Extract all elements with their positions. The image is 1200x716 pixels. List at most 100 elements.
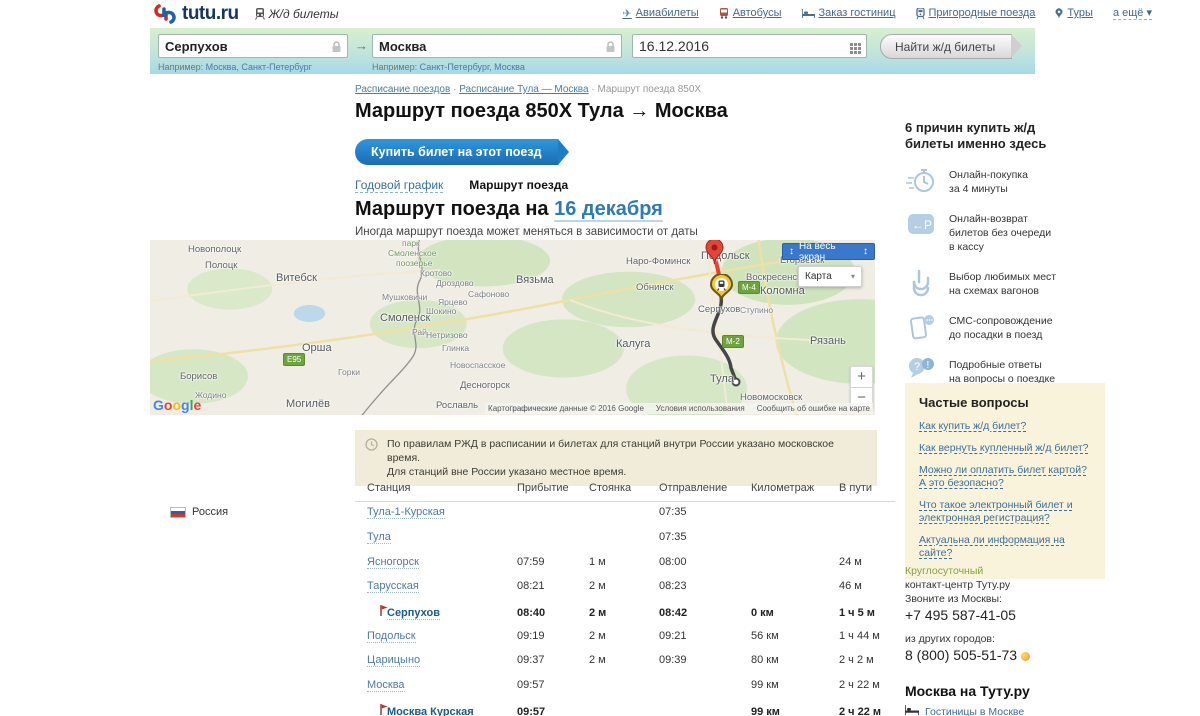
- resize-arrows-icon: ↕: [789, 246, 794, 257]
- road-badge: М-2: [722, 335, 744, 348]
- terms-link[interactable]: Условия использования: [656, 404, 745, 413]
- phone-moscow: +7 495 587-41-05: [905, 608, 1030, 622]
- svg-text:!: !: [927, 360, 930, 371]
- boarding-flag-icon: [368, 607, 388, 619]
- date-field-wrap: [632, 34, 867, 58]
- breadcrumb-link-tula-moscow[interactable]: Расписание Тула — Москва: [459, 84, 588, 95]
- buy-ticket-button[interactable]: Купить билет на этот поезд: [355, 139, 558, 165]
- station-link[interactable]: Серпухов: [387, 607, 440, 620]
- timezone-notice: По правилам РЖД в расписании и билетах д…: [355, 430, 877, 486]
- map-label: Глинка: [442, 343, 469, 353]
- header-divider: [355, 501, 895, 502]
- road-badge: М-4: [738, 281, 760, 294]
- direction-arrow: →: [355, 38, 368, 53]
- benefit-item: ←P Онлайн-возвратбилетов без очередив ка…: [905, 210, 1105, 254]
- breadcrumb-link-schedule[interactable]: Расписание поездов: [355, 84, 450, 95]
- tab-train-route[interactable]: Маршрут поезда: [469, 178, 568, 193]
- train-marker-icon: [708, 274, 735, 301]
- country-label: Россия: [170, 506, 228, 518]
- to-hint: Например: Санкт-Петербург, Москва: [372, 62, 525, 72]
- faq-box: Частые вопросы Как купить ж/д билет? Как…: [905, 383, 1105, 579]
- map-label: Нетризово: [426, 330, 468, 340]
- station-link[interactable]: Тула: [367, 531, 391, 544]
- nav-suburban[interactable]: Пригородные поезда: [916, 7, 1036, 19]
- google-logo[interactable]: Google: [153, 397, 201, 413]
- table-row: Ясногорск 07:591 м 08:0024 м: [355, 556, 900, 568]
- faq-link[interactable]: Актуальна ли информация на сайте?: [919, 534, 1091, 560]
- breadcrumb-current: Маршрут поезда 850Х: [597, 84, 701, 95]
- table-row: Москва Курская 09:57 99 км2 ч 22 м: [355, 704, 900, 716]
- chevron-down-icon: ▾: [851, 272, 855, 281]
- pin-icon: [1055, 8, 1063, 19]
- report-error-link[interactable]: Сообщить об ошибке на карте: [757, 404, 870, 413]
- map-label: Наро-Фоминск: [626, 256, 690, 267]
- map-label: Шокино: [426, 306, 456, 316]
- zoom-in-button[interactable]: +: [850, 366, 873, 388]
- station-link[interactable]: Подольск: [367, 630, 416, 643]
- faq-link[interactable]: Можно ли оплатить билет картой? А это бе…: [919, 464, 1091, 490]
- map-labels: НовополоцкПолоцкВитебскОршаБорисовЖодино…: [150, 240, 875, 415]
- logo[interactable]: tutu.ru Ж/д билеты: [154, 2, 339, 26]
- fullscreen-button[interactable]: ↕ На весь экран ↕: [782, 243, 875, 260]
- station-link[interactable]: Тарусская: [367, 580, 419, 593]
- map-type-dropdown[interactable]: Карта▾: [798, 266, 862, 287]
- map-label: Серпухов: [698, 304, 740, 315]
- hotels-link[interactable]: Гостиницы в Москве: [925, 706, 1024, 716]
- tab-year-schedule[interactable]: Годовой график: [355, 178, 443, 193]
- logo-text: tutu.ru: [182, 3, 239, 25]
- station-link[interactable]: Тула-1-Курская: [367, 506, 445, 519]
- russia-flag-icon: [170, 507, 186, 518]
- road-badge: Е95: [283, 353, 305, 366]
- to-field-wrap: [372, 34, 622, 58]
- map-label: Десногорск: [460, 380, 510, 391]
- map-label: Новополоцк: [188, 244, 241, 255]
- nav-more[interactable]: а ещё ▾: [1113, 6, 1152, 20]
- faq-link[interactable]: Что такое электронный билет и электронна…: [919, 499, 1091, 525]
- nav-hotels[interactable]: Заказ гостиниц: [802, 7, 896, 19]
- nav-avia[interactable]: ✈Авиабилеты: [622, 7, 698, 20]
- arrival-flag-icon: [368, 706, 388, 716]
- lock-icon: [605, 40, 616, 58]
- route-note: Иногда маршрут поезда может меняться в з…: [355, 226, 698, 238]
- station-link[interactable]: Москва Курская: [387, 706, 474, 716]
- station-link[interactable]: Царицыно: [367, 654, 420, 667]
- route-map[interactable]: НовополоцкПолоцкВитебскОршаБорисовЖодино…: [150, 240, 875, 415]
- calendar-icon: [850, 41, 861, 59]
- to-input[interactable]: [379, 35, 582, 57]
- map-label: Ступино: [740, 305, 773, 315]
- stopwatch-icon: [905, 166, 937, 196]
- map-label: Сафоново: [468, 289, 509, 299]
- city-title: Москва на Туту.ру: [905, 683, 1030, 699]
- from-input[interactable]: [165, 35, 319, 57]
- bed-icon: [905, 705, 919, 716]
- map-label: Обнинск: [636, 282, 674, 293]
- svg-text:?: ?: [914, 361, 920, 373]
- date-input[interactable]: [639, 35, 830, 57]
- map-label: Тула: [710, 373, 734, 385]
- clock-icon: [365, 438, 378, 455]
- table-row: Царицыно 09:372 м 09:3980 км2 ч 2 м: [355, 654, 900, 666]
- map-label: Рай: [412, 327, 427, 337]
- page-title: Маршрут поезда 850Х Тула → Москва: [355, 100, 728, 123]
- refund-icon: ←P: [905, 210, 937, 254]
- nav-tours[interactable]: Туры: [1055, 7, 1093, 19]
- station-link[interactable]: Москва: [367, 679, 405, 692]
- attribution-text: Картографические данные © 2016 Google: [488, 404, 644, 413]
- table-row: Тула 07:35: [355, 531, 900, 543]
- faq-link[interactable]: Как вернуть купленный ж/д билет?: [919, 442, 1091, 455]
- plane-icon: ✈: [622, 7, 631, 20]
- find-tickets-button[interactable]: Найти ж/д билеты: [880, 34, 1012, 59]
- map-label: Новомосковск: [740, 392, 802, 403]
- station-link[interactable]: Ясногорск: [367, 556, 419, 569]
- map-label: Горки: [338, 367, 360, 377]
- map-label: Смоленское: [388, 248, 436, 258]
- date-link[interactable]: 16 декабря: [554, 198, 663, 222]
- map-label: парк: [402, 240, 420, 248]
- nav-bus[interactable]: Автобусы: [719, 7, 782, 19]
- contact-block: Круглосуточный контакт-центр Туту.ру Зво…: [905, 564, 1030, 662]
- map-label: Полоцк: [205, 260, 237, 271]
- map-label: Кротово: [420, 268, 452, 278]
- svg-text:←P: ←P: [912, 218, 932, 232]
- faq-link[interactable]: Как купить ж/д билет?: [919, 420, 1091, 433]
- map-label: Могилёв: [286, 398, 330, 410]
